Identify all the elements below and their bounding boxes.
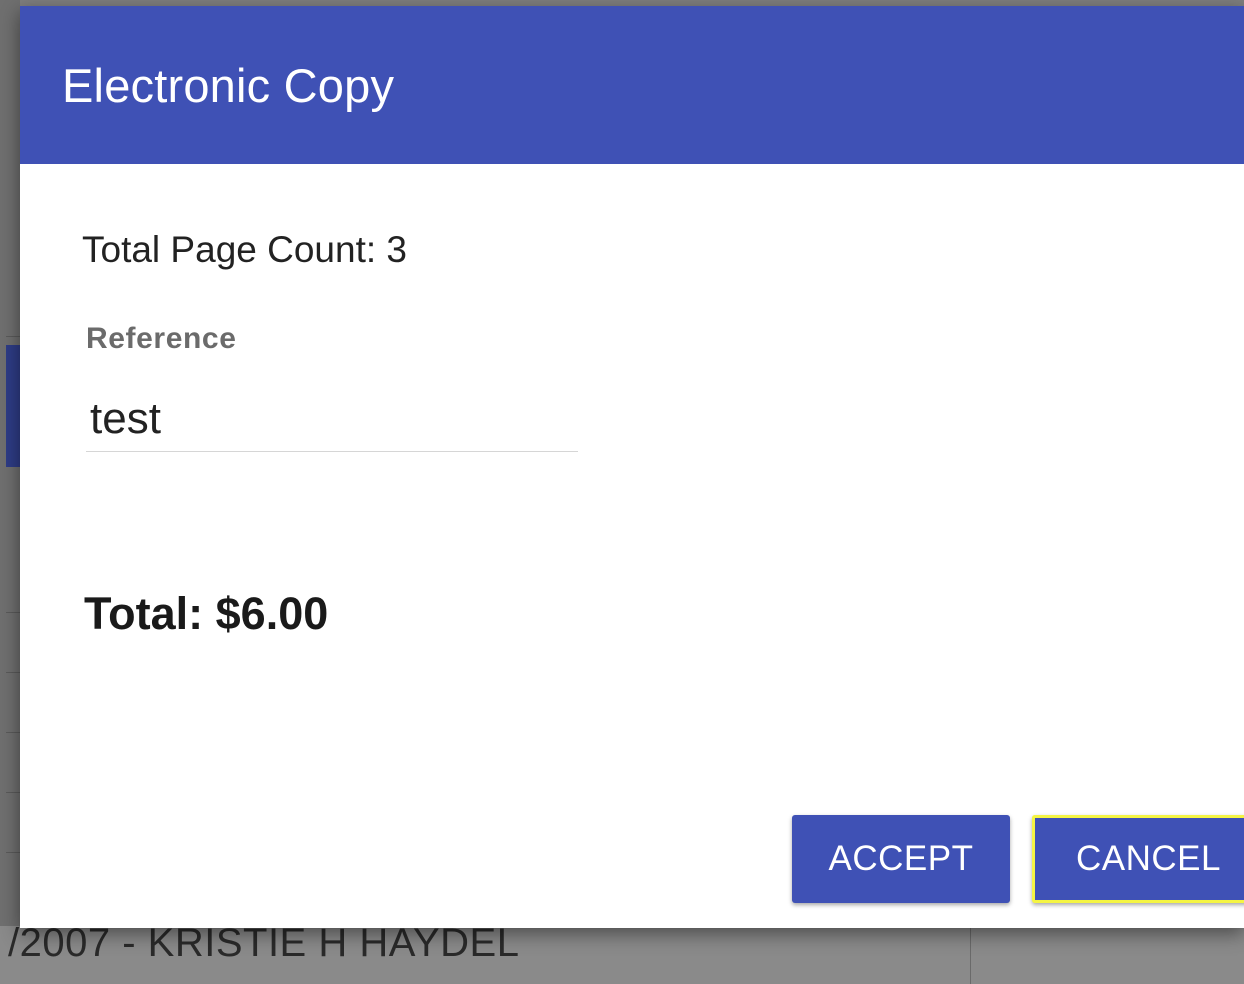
- background-page-edge: [0, 0, 20, 984]
- reference-label: Reference: [86, 322, 237, 355]
- background-column-divider: [970, 926, 971, 984]
- total-amount: Total: $6.00: [84, 588, 329, 639]
- cancel-button[interactable]: CANCEL: [1032, 815, 1244, 903]
- reference-input[interactable]: [86, 386, 578, 452]
- dialog-header: Electronic Copy: [20, 6, 1244, 164]
- electronic-copy-dialog: Electronic Copy Total Page Count: 3 Refe…: [20, 6, 1244, 928]
- reference-field: Reference: [86, 316, 578, 456]
- dialog-title: Electronic Copy: [62, 59, 395, 112]
- page-count-text: Total Page Count: 3: [82, 229, 407, 270]
- accept-button[interactable]: ACCEPT: [792, 815, 1010, 903]
